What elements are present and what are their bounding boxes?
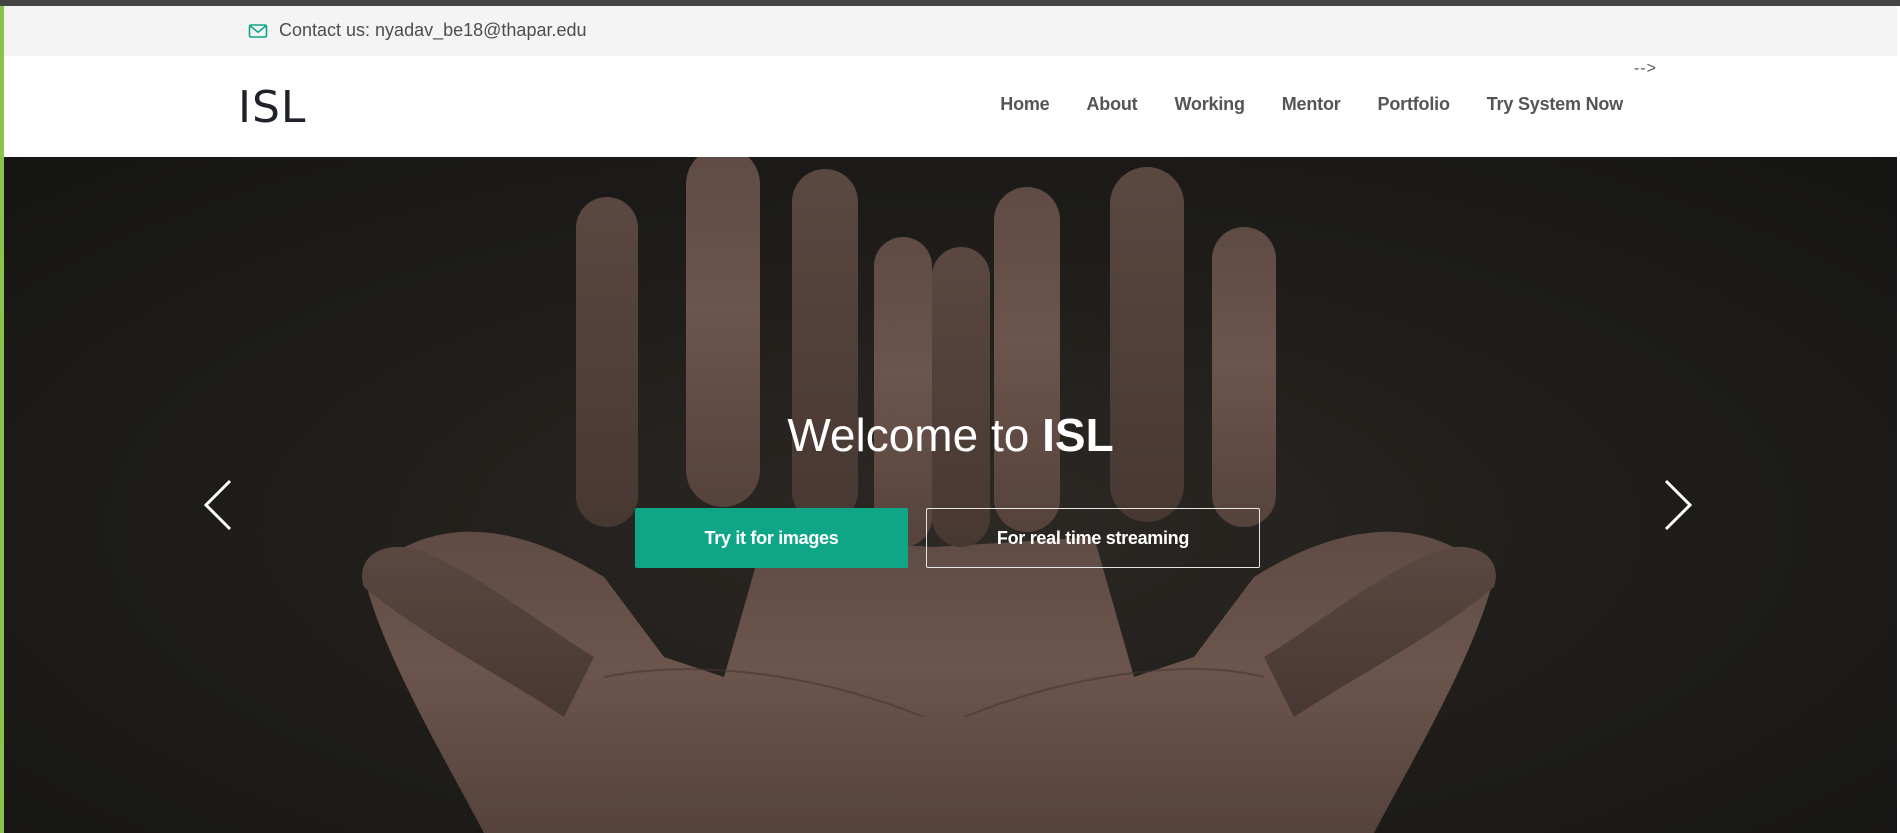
envelope-icon xyxy=(248,23,268,38)
chevron-left-icon[interactable] xyxy=(200,475,240,535)
nav-mentor[interactable]: Mentor xyxy=(1282,94,1341,115)
hero-title: Welcome to ISL xyxy=(4,408,1897,462)
nav-home[interactable]: Home xyxy=(1000,94,1049,115)
contact-text[interactable]: Contact us: nyadav_be18@thapar.edu xyxy=(279,20,587,41)
hero-title-prefix: Welcome to xyxy=(787,408,1043,461)
realtime-streaming-button[interactable]: For real time streaming xyxy=(926,508,1260,568)
nav-working[interactable]: Working xyxy=(1174,94,1244,115)
hero-dim-overlay xyxy=(4,157,1897,833)
contact-info: Contact us: nyadav_be18@thapar.edu xyxy=(248,20,587,41)
try-images-button[interactable]: Try it for images xyxy=(635,508,908,568)
main-navbar: ISL --> Home About Working Mentor Portfo… xyxy=(4,56,1897,157)
stray-text: --> xyxy=(1634,60,1657,77)
chevron-right-icon[interactable] xyxy=(1656,475,1696,535)
contact-topbar: Contact us: nyadav_be18@thapar.edu xyxy=(4,6,1897,56)
nav-menu: Home About Working Mentor Portfolio Try … xyxy=(1000,94,1623,115)
nav-try-system-now[interactable]: Try System Now xyxy=(1487,94,1623,115)
hero-title-bold: ISL xyxy=(1042,408,1114,461)
nav-portfolio[interactable]: Portfolio xyxy=(1378,94,1450,115)
nav-about[interactable]: About xyxy=(1086,94,1137,115)
hero-carousel: Welcome to ISL Try it for images For rea… xyxy=(4,157,1897,833)
page: Contact us: nyadav_be18@thapar.edu ISL -… xyxy=(0,0,1900,833)
site-logo[interactable]: ISL xyxy=(238,86,306,130)
